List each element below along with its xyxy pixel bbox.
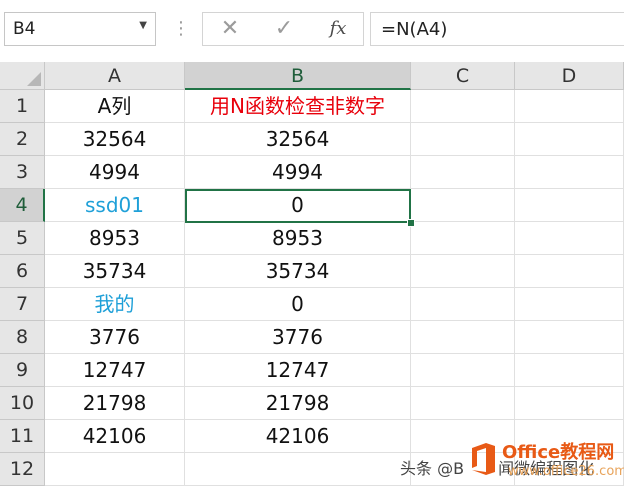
cell-d2[interactable] [515,123,624,156]
cell-a3[interactable]: 4994 [45,156,185,189]
cell-a4[interactable]: ssd01 [45,189,185,222]
column-header-d[interactable]: D [515,62,624,90]
cell-c5[interactable] [411,222,515,255]
cell-b12[interactable] [185,453,411,486]
formula-input[interactable]: =N(A4) [370,12,624,46]
cell-b5[interactable]: 8953 [185,222,411,255]
cell-a6[interactable]: 35734 [45,255,185,288]
cell-b4[interactable]: 0 [185,189,411,222]
cell-a11[interactable]: 42106 [45,420,185,453]
cell-b2[interactable]: 32564 [185,123,411,156]
watermark-text-1: 头条 @B [400,459,465,478]
cell-c4[interactable] [411,189,515,222]
column-header-b[interactable]: B [185,62,411,90]
cell-a7[interactable]: 我的 [45,288,185,321]
cell-b9[interactable]: 12747 [185,354,411,387]
formula-buttons: ✕ ✓ fx [202,12,364,46]
cell-a2[interactable]: 32564 [45,123,185,156]
cell-b11[interactable]: 42106 [185,420,411,453]
cell-a9[interactable]: 12747 [45,354,185,387]
logo-name: Office教程网 [502,442,615,463]
office-logo-icon [472,443,495,475]
cell-b3[interactable]: 4994 [185,156,411,189]
cell-c6[interactable] [411,255,515,288]
row-header-10[interactable]: 10 [0,387,45,420]
cell-a8[interactable]: 3776 [45,321,185,354]
close-icon[interactable]: ✕ [215,17,245,41]
cell-a10[interactable]: 21798 [45,387,185,420]
row-header-5[interactable]: 5 [0,222,45,255]
cell-b10[interactable]: 21798 [185,387,411,420]
cell-d4[interactable] [515,189,624,222]
name-box[interactable]: B4 ▼ [4,12,156,46]
formula-bar: B4 ▼ ⋮ ✕ ✓ fx =N(A4) [0,0,624,62]
cell-d8[interactable] [515,321,624,354]
row-header-12[interactable]: 12 [0,453,45,486]
more-options-icon[interactable]: ⋮ [172,14,190,44]
cell-a12[interactable] [45,453,185,486]
fill-handle[interactable] [407,219,415,227]
watermark-logo: Office教程网 www.office26.com [468,438,624,488]
row-header-1[interactable]: 1 [0,90,45,123]
cell-a1[interactable]: A列 [45,90,185,123]
cell-b1[interactable]: 用N函数检查非数字 [185,90,411,123]
cell-d10[interactable] [515,387,624,420]
cell-b7[interactable]: 0 [185,288,411,321]
select-all-button[interactable] [0,62,45,90]
cell-b8[interactable]: 3776 [185,321,411,354]
column-header-c[interactable]: C [411,62,515,90]
row-header-9[interactable]: 9 [0,354,45,387]
row-header-7[interactable]: 7 [0,288,45,321]
row-header-8[interactable]: 8 [0,321,45,354]
row-header-2[interactable]: 2 [0,123,45,156]
cell-d3[interactable] [515,156,624,189]
cell-c10[interactable] [411,387,515,420]
cell-a5[interactable]: 8953 [45,222,185,255]
formula-text: =N(A4) [381,19,448,40]
cell-c7[interactable] [411,288,515,321]
column-header-a[interactable]: A [45,62,185,90]
cell-d5[interactable] [515,222,624,255]
cell-d9[interactable] [515,354,624,387]
cell-d1[interactable] [515,90,624,123]
name-box-value: B4 [13,19,36,39]
spreadsheet-grid: A B C D 1 A列 用N函数检查非数字 2 32564 32564 3 4994 4994… [0,62,624,490]
cell-c1[interactable] [411,90,515,123]
cell-c8[interactable] [411,321,515,354]
row-header-6[interactable]: 6 [0,255,45,288]
cell-c3[interactable] [411,156,515,189]
logo-url: www.office26.com [508,464,624,479]
cell-c2[interactable] [411,123,515,156]
cell-d6[interactable] [515,255,624,288]
check-icon[interactable]: ✓ [269,17,299,41]
row-header-3[interactable]: 3 [0,156,45,189]
cell-d7[interactable] [515,288,624,321]
chevron-down-icon[interactable]: ▼ [139,20,147,31]
insert-function-button[interactable]: fx [323,17,353,41]
cell-b6[interactable]: 35734 [185,255,411,288]
row-header-4[interactable]: 4 [0,189,45,222]
row-header-11[interactable]: 11 [0,420,45,453]
cell-c9[interactable] [411,354,515,387]
